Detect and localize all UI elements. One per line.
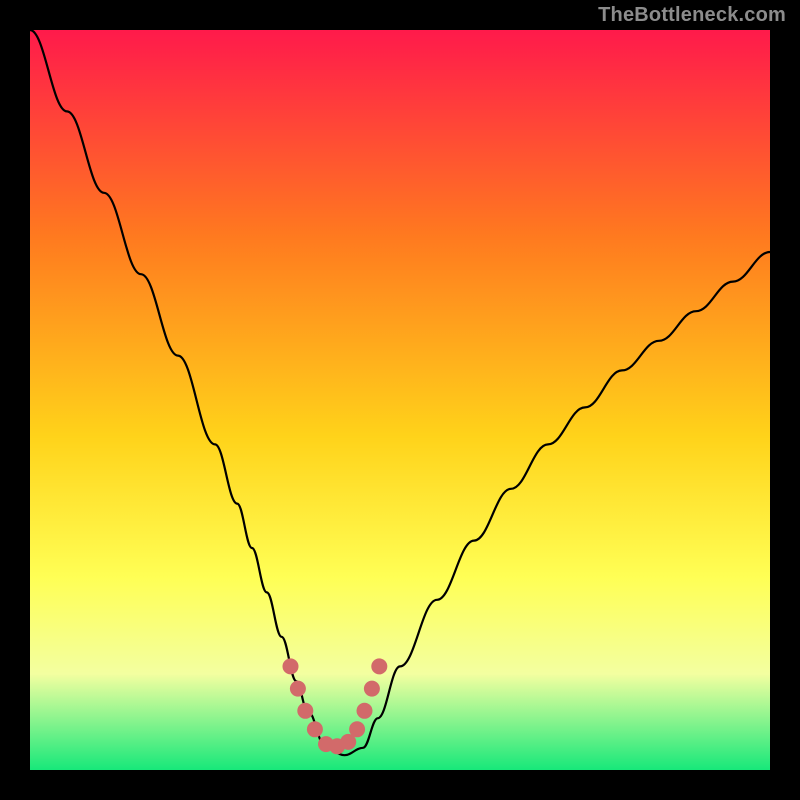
optimal-zone-dot (283, 658, 299, 674)
gradient-plot-area (30, 30, 770, 770)
optimal-zone-dot (364, 681, 380, 697)
bottleneck-chart (0, 0, 800, 800)
optimal-zone-dot (357, 703, 373, 719)
optimal-zone-dot (349, 721, 365, 737)
optimal-zone-dot (290, 681, 306, 697)
optimal-zone-dot (307, 721, 323, 737)
optimal-zone-dot (297, 703, 313, 719)
optimal-zone-dot (371, 658, 387, 674)
watermark-text: TheBottleneck.com (598, 4, 786, 27)
